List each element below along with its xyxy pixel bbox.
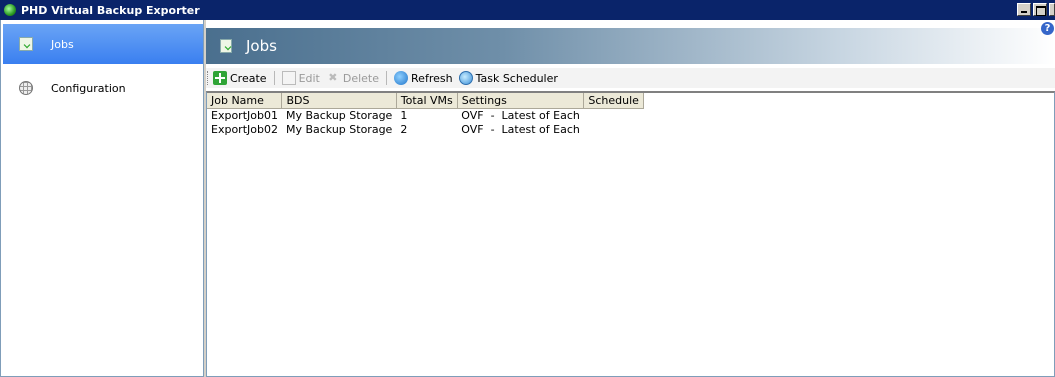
settings-cell: OVF - Latest of Each bbox=[461, 108, 580, 122]
refresh-label: Refresh bbox=[411, 71, 453, 85]
bds-cell: My Backup Storage bbox=[285, 108, 393, 122]
plus-icon bbox=[213, 71, 227, 85]
delete-label: Delete bbox=[342, 71, 380, 85]
edit-button[interactable]: Edit bbox=[279, 69, 323, 87]
maximize-button[interactable] bbox=[1033, 3, 1047, 16]
table-row[interactable]: ExportJob01 My Backup Storage 1 OVF - La… bbox=[207, 108, 643, 122]
task-scheduler-button[interactable]: Task Scheduler bbox=[456, 69, 561, 87]
app-logo-icon bbox=[4, 4, 16, 16]
sidebar: Jobs Configuration bbox=[0, 20, 204, 377]
page-title: Jobs bbox=[246, 37, 277, 55]
column-header-bds[interactable]: BDS bbox=[281, 93, 397, 109]
job-name-cell: ExportJob01 bbox=[211, 108, 278, 122]
settings-cell: OVF - Latest of Each bbox=[461, 122, 580, 136]
column-header-schedule[interactable]: Schedule bbox=[583, 93, 644, 109]
job-name-cell: ExportJob02 bbox=[211, 122, 278, 136]
window-controls bbox=[1015, 3, 1055, 16]
schedule-cell bbox=[584, 108, 644, 122]
column-header-settings[interactable]: Settings bbox=[457, 93, 585, 109]
help-icon[interactable]: ? bbox=[1041, 22, 1054, 35]
edit-icon bbox=[281, 71, 296, 85]
delete-button[interactable]: ✖ Delete bbox=[323, 69, 382, 87]
total-vms-cell: 1 bbox=[400, 108, 408, 122]
create-button[interactable]: Create bbox=[210, 69, 270, 87]
globe-icon bbox=[19, 81, 33, 95]
window-title: PHD Virtual Backup Exporter bbox=[21, 3, 200, 17]
column-header-job-name[interactable]: Job Name bbox=[207, 93, 283, 109]
column-header-total-vms[interactable]: Total VMs bbox=[396, 93, 458, 109]
toolbar-separator bbox=[273, 71, 275, 85]
table-header-row: Job Name BDS Total VMs Settings Schedule bbox=[207, 93, 644, 109]
create-label: Create bbox=[230, 71, 267, 85]
toolbar: Create Edit ✖ Delete Refresh Task Schedu… bbox=[206, 68, 1055, 88]
sidebar-item-label: Configuration bbox=[51, 81, 126, 95]
schedule-cell bbox=[584, 122, 644, 136]
app-window: PHD Virtual Backup Exporter Jobs Configu… bbox=[0, 0, 1055, 377]
table-row[interactable]: ExportJob02 My Backup Storage 2 OVF - La… bbox=[207, 122, 643, 136]
jobs-table: Job Name BDS Total VMs Settings Schedule… bbox=[206, 91, 1055, 377]
bds-cell: My Backup Storage bbox=[285, 122, 393, 136]
main-panel: Jobs ? Create Edit ✖ Delete Refresh Task… bbox=[206, 20, 1055, 377]
sidebar-item-label: Jobs bbox=[51, 37, 74, 51]
total-vms-cell: 2 bbox=[400, 122, 408, 136]
toolbar-separator bbox=[386, 71, 388, 85]
jobs-icon bbox=[220, 39, 232, 53]
section-header: Jobs ? bbox=[206, 22, 1055, 64]
refresh-button[interactable]: Refresh bbox=[391, 69, 456, 87]
sidebar-item-jobs[interactable]: Jobs bbox=[3, 24, 203, 64]
title-bar[interactable]: PHD Virtual Backup Exporter bbox=[0, 0, 1055, 20]
task-scheduler-label: Task Scheduler bbox=[475, 71, 558, 85]
close-button[interactable] bbox=[1049, 3, 1055, 16]
edit-label: Edit bbox=[298, 71, 320, 85]
delete-icon: ✖ bbox=[328, 71, 338, 84]
scheduler-icon bbox=[458, 71, 473, 85]
sidebar-item-configuration[interactable]: Configuration bbox=[3, 68, 203, 108]
minimize-button[interactable] bbox=[1017, 3, 1031, 16]
jobs-icon bbox=[19, 37, 33, 51]
refresh-icon bbox=[394, 71, 409, 85]
